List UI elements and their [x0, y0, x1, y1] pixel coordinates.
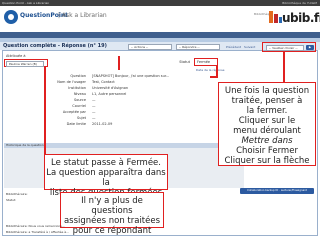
log-entry-1: Bibliothécaire: a Transféré à / Affectée…: [6, 230, 69, 234]
none-line-3: pour ce répondant: [72, 226, 152, 236]
connector-line-select: [283, 52, 285, 82]
level-value: L1, Autre personnel: [92, 92, 127, 96]
connector-line-left: [44, 66, 46, 154]
subject-value: —: [92, 116, 96, 120]
close-line-7: Choisir Fermer: [236, 146, 298, 156]
institution-value: Université d'Avignon: [92, 86, 129, 90]
ubib-logo-text: ubib.fr: [282, 11, 320, 25]
close-line-2: traitée, penser à: [231, 96, 303, 106]
assigned-label: Attribuée à: [6, 54, 26, 58]
subject-label: Sujet: [77, 116, 86, 120]
go-arrow-button[interactable]: ▶: [306, 45, 314, 50]
patron-value: Test, Contact: [92, 80, 115, 84]
connector-line-status-h: [210, 76, 218, 78]
close-line-1: Une fois la question: [224, 86, 310, 96]
accepted-label: Acceptée par: [62, 110, 86, 114]
connector-line-mid: [118, 56, 120, 70]
email-label: Courriel: [72, 104, 86, 108]
status-value: Fermée: [197, 60, 211, 64]
none-line-2: assignées non traitées: [63, 216, 161, 226]
log-entry-2: Bibliothécaire:: [6, 192, 28, 196]
close-line-6: Mettre dans: [241, 136, 293, 146]
status-history-link[interactable]: Date de la réponse: [196, 68, 225, 72]
source-value: —: [92, 98, 96, 102]
close-line-5: menu déroulant: [233, 126, 301, 136]
close-instructions-callout: Une fois la question traitée, penser à l…: [218, 82, 316, 166]
questionpoint-logo-icon: [4, 10, 18, 24]
none-line-1: Il n'y a plus de questions: [81, 196, 143, 216]
close-line-4: Cliquer sur le: [238, 116, 296, 126]
question-label: Question: [70, 74, 86, 78]
assigned-select[interactable]: Pauline Warren (B): [6, 61, 44, 67]
put-in-select[interactable]: -- Veuillez choisir --: [266, 45, 304, 51]
accepted-value: —: [92, 110, 96, 114]
history-label: Historique de la question: [6, 143, 44, 147]
logo-subtitle: | Ask a Librarian: [58, 12, 107, 19]
collaboration-backup-button[interactable]: Collaboration backup ID · Lecturer/Ensei…: [240, 188, 314, 194]
deadline-value: 2011-02-09: [92, 122, 113, 126]
level-label: Niveau: [73, 92, 86, 96]
question-value: [SNAPSHOT] Bonjour, j'ai une question su…: [92, 74, 170, 78]
close-line-3: la fermer.: [246, 106, 288, 116]
email-value: —: [92, 104, 96, 108]
ubib-logo-icon: [269, 11, 282, 23]
no-questions-callout: Il n'y a plus de questions assignées non…: [60, 192, 164, 236]
connector-line-status: [216, 66, 218, 76]
status-line-1: Le statut passe à Fermée.: [51, 158, 161, 168]
deadline-label: Date limite: [66, 122, 86, 126]
log-entry-4: Bibliothécaire: Nous vous remercions...: [6, 224, 65, 228]
prev-link[interactable]: Précédent: [226, 45, 241, 49]
window-title: Question Point - Ask a Librarian: [2, 1, 50, 5]
log-entry-3: Statut:: [6, 198, 17, 202]
status-label: Statut: [179, 60, 190, 64]
brand-subtitle: Bibliothèque: [254, 12, 273, 16]
next-link[interactable]: Suivant: [244, 45, 255, 49]
page-title: Question complète - Réponse (n° 19): [3, 43, 107, 49]
source-label: Source: [73, 98, 86, 102]
status-line-2: La question apparaîtra dans la: [46, 168, 166, 188]
patron-label: Nom de l'usager: [57, 80, 86, 84]
status-callout: Le statut passe à Fermée. La question ap…: [44, 154, 168, 198]
close-line-8: Cliquer sur la flèche: [224, 156, 310, 166]
institution-label: Institution: [68, 86, 86, 90]
